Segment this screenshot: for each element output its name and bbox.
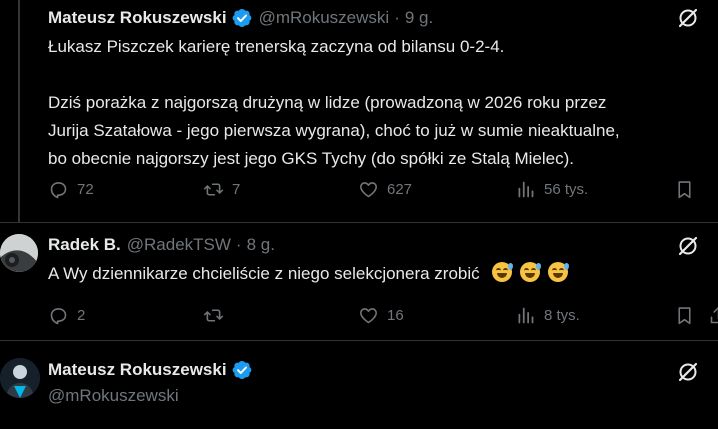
tweet-1[interactable]: Mateusz Rokuszewski @mRokuszewski · 9 g.… bbox=[0, 0, 718, 222]
like-count: 16 bbox=[387, 307, 404, 324]
tweet-text: A Wy dziennikarze chcieliście z niego se… bbox=[48, 260, 569, 288]
bookmark-icon bbox=[674, 305, 695, 326]
author-name[interactable]: Radek B. bbox=[48, 235, 121, 255]
grok-icon[interactable] bbox=[677, 361, 699, 383]
grok-icon[interactable] bbox=[677, 235, 699, 257]
grinning-sweat-emoji-icon bbox=[492, 262, 514, 282]
share-icon bbox=[708, 305, 718, 326]
tweet-text-line: Łukasz Piszczek karierę trenerską zaczyn… bbox=[48, 37, 505, 56]
tweet-header: Mateusz Rokuszewski @mRokuszewski · 9 g. bbox=[48, 6, 433, 30]
repost-count: 7 bbox=[232, 181, 241, 198]
repost-button[interactable] bbox=[203, 305, 232, 326]
views-count: 56 tys. bbox=[544, 181, 589, 198]
tweet-handle-row: @mRokuszewski bbox=[48, 384, 179, 408]
like-count: 627 bbox=[387, 181, 413, 198]
verified-badge-icon[interactable] bbox=[231, 7, 253, 29]
tweet-text: Łukasz Piszczek karierę trenerską zaczyn… bbox=[48, 33, 620, 173]
tweet-3[interactable]: Mateusz Rokuszewski @mRokuszewski bbox=[0, 341, 718, 429]
author-handle[interactable]: @mRokuszewski bbox=[259, 8, 390, 28]
reply-icon bbox=[48, 305, 69, 326]
like-button[interactable]: 16 bbox=[358, 305, 404, 326]
author-handle[interactable]: @mRokuszewski bbox=[48, 386, 179, 406]
bookmark-button[interactable] bbox=[674, 179, 695, 200]
share-button[interactable] bbox=[708, 305, 718, 326]
like-button[interactable]: 627 bbox=[358, 179, 412, 200]
views-count: 8 tys. bbox=[544, 307, 580, 324]
reply-count: 2 bbox=[77, 307, 86, 324]
reply-button[interactable]: 2 bbox=[48, 305, 85, 326]
tweet-text-line: bo obecnie najgorszy jest jego GKS Tychy… bbox=[48, 149, 575, 168]
tweet-actions: 2 16 8 tys. bbox=[48, 305, 718, 327]
author-handle[interactable]: @RadekTSW bbox=[127, 235, 231, 255]
tweet-header: Mateusz Rokuszewski bbox=[48, 358, 253, 382]
views-icon bbox=[515, 179, 536, 200]
views-button[interactable]: 8 tys. bbox=[515, 305, 580, 326]
separator-dot: · bbox=[235, 235, 242, 254]
avatar-photo-icon bbox=[0, 234, 38, 272]
tweet-timestamp[interactable]: 8 g. bbox=[247, 235, 275, 255]
avatar[interactable] bbox=[0, 234, 38, 272]
tweet-actions: 72 7 627 56 tys. bbox=[48, 179, 718, 201]
tweet-header: Radek B. @RadekTSW · 8 g. bbox=[48, 233, 275, 257]
author-name[interactable]: Mateusz Rokuszewski bbox=[48, 360, 227, 380]
grinning-sweat-emoji-icon bbox=[547, 262, 569, 282]
avatar-photo-icon bbox=[0, 358, 40, 398]
thread-line bbox=[18, 0, 20, 222]
tweet-text-line: Dziś porażka z najgorszą drużyną w lidze… bbox=[48, 93, 607, 112]
verified-badge-icon[interactable] bbox=[231, 359, 253, 381]
bookmark-button[interactable] bbox=[674, 305, 695, 326]
like-icon bbox=[358, 179, 379, 200]
tweet-text-line: Jurija Szatałowa - jego pierwsza wygrana… bbox=[48, 121, 620, 140]
reply-button[interactable]: 72 bbox=[48, 179, 94, 200]
avatar[interactable] bbox=[0, 358, 40, 398]
grinning-sweat-emoji-icon bbox=[520, 262, 542, 282]
repost-icon bbox=[203, 305, 224, 326]
repost-icon bbox=[203, 179, 224, 200]
bookmark-icon bbox=[674, 179, 695, 200]
views-button[interactable]: 56 tys. bbox=[515, 179, 588, 200]
separator-dot: · bbox=[394, 8, 400, 27]
views-icon bbox=[515, 305, 536, 326]
author-name[interactable]: Mateusz Rokuszewski bbox=[48, 8, 227, 28]
grok-icon[interactable] bbox=[677, 7, 699, 29]
tweet-text-line: A Wy dziennikarze chcieliście z niego se… bbox=[48, 264, 480, 283]
repost-button[interactable]: 7 bbox=[203, 179, 240, 200]
reply-count: 72 bbox=[77, 181, 94, 198]
reply-icon bbox=[48, 179, 69, 200]
tweet-2[interactable]: Radek B. @RadekTSW · 8 g. A Wy dziennika… bbox=[0, 223, 718, 340]
like-icon bbox=[358, 305, 379, 326]
tweet-timestamp[interactable]: 9 g. bbox=[405, 8, 433, 28]
